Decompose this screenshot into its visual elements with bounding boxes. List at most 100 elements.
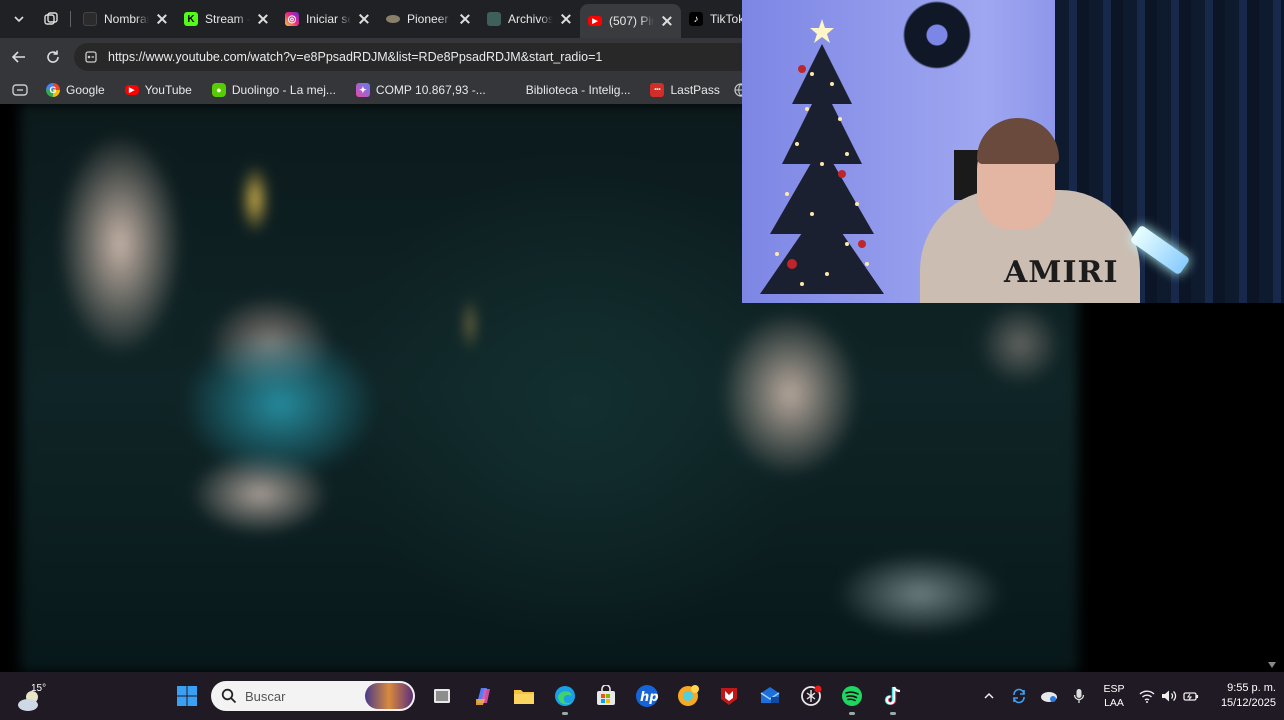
system-tray: ESP LAA 9:55 p. m. 15/12/2025	[974, 672, 1284, 720]
library-icon	[506, 83, 520, 97]
address-bar[interactable]: https://www.youtube.com/watch?v=e8PpsadR…	[74, 43, 774, 71]
mcafee-icon	[720, 688, 737, 705]
start-button[interactable]	[166, 676, 207, 716]
hp-button[interactable]: hp	[626, 676, 667, 716]
tab-title: Archivos	[508, 12, 553, 26]
tab-stream[interactable]: K Stream - K	[176, 4, 277, 34]
back-button[interactable]	[2, 40, 36, 74]
hp-icon: hp	[635, 685, 659, 707]
tab-separator	[70, 11, 71, 27]
bookmark-lastpass[interactable]: ••• LastPass	[640, 83, 729, 97]
tab-title: Pioneer d	[407, 12, 452, 26]
workspaces-icon	[44, 12, 58, 25]
close-icon[interactable]	[358, 13, 370, 25]
scroll-down-arrow[interactable]	[1268, 662, 1276, 668]
battery-icon	[1183, 692, 1199, 701]
shirt-print: AMIRI	[1004, 255, 1119, 290]
tab-list-button[interactable]	[4, 4, 34, 34]
chatgpt-button[interactable]	[790, 676, 831, 716]
close-icon[interactable]	[661, 15, 673, 27]
duolingo-icon: ●	[211, 83, 226, 97]
copilot-button[interactable]	[462, 676, 503, 716]
search-highlight-image	[365, 683, 413, 709]
youtube-icon: ▶	[588, 16, 602, 26]
kick-icon: K	[184, 12, 198, 26]
reload-icon	[47, 50, 59, 63]
chrome-canary-button[interactable]	[667, 676, 708, 716]
chevron-down-icon	[14, 16, 24, 23]
lastpass-icon: •••	[650, 83, 665, 97]
tab-title: (507) Pirlo	[609, 14, 654, 28]
close-icon[interactable]	[156, 13, 168, 25]
bookmark-biblioteca[interactable]: Biblioteca - Intelig...	[496, 83, 641, 97]
back-arrow-icon	[11, 51, 25, 63]
close-icon[interactable]	[560, 13, 572, 25]
tab-archivos[interactable]: Archivos	[479, 4, 580, 34]
keyboard-layout: LAA	[1104, 697, 1124, 709]
search-placeholder: Buscar	[245, 688, 286, 704]
instagram-icon: ◎	[285, 12, 299, 26]
chrome-canary-icon	[677, 685, 699, 706]
bookmark-comp[interactable]: ✦ COMP 10.867,93 -...	[346, 83, 496, 97]
quick-settings-button[interactable]	[1134, 681, 1204, 711]
chevron-up-icon	[984, 692, 994, 699]
edge-button[interactable]	[544, 676, 585, 716]
show-hidden-icons-button[interactable]	[974, 681, 1004, 711]
windows-taskbar: 15° Buscar hp ESP LAA 9:55 p. m. 15/12/2…	[0, 672, 1284, 720]
workspaces-button[interactable]	[36, 4, 66, 34]
taskbar-search[interactable]: Buscar	[211, 681, 415, 711]
tab-actions-icon	[12, 84, 28, 96]
store-button[interactable]	[585, 676, 626, 716]
weather-temperature: 15°	[31, 683, 47, 694]
svg-text:hp: hp	[640, 690, 659, 705]
christmas-tree	[760, 19, 884, 294]
onedrive-tray-button[interactable]	[1034, 681, 1064, 711]
edge-icon	[554, 686, 575, 706]
bookmark-youtube[interactable]: ▶ YouTube	[115, 83, 202, 97]
weather-widget[interactable]: 15°	[14, 678, 54, 714]
language-code: ESP	[1103, 683, 1125, 695]
cloud-icon	[1041, 692, 1057, 702]
bookmark-google[interactable]: G Google	[36, 83, 115, 97]
mcafee-button[interactable]	[708, 676, 749, 716]
tab-youtube-active[interactable]: ▶ (507) Pirlo	[580, 4, 681, 38]
search-icon	[221, 688, 237, 704]
reload-button[interactable]	[36, 40, 70, 74]
bookmark-label: Duolingo - La mej...	[231, 83, 336, 97]
file-explorer-button[interactable]	[503, 676, 544, 716]
tab-actions-button[interactable]	[8, 84, 36, 96]
bookmark-duolingo[interactable]: ● Duolingo - La mej...	[202, 83, 346, 97]
tab-pioneer[interactable]: Pioneer d	[378, 4, 479, 34]
spotify-icon	[841, 686, 862, 706]
outlook-button[interactable]	[749, 676, 790, 716]
tiktok-icon	[884, 686, 900, 705]
tab-instagram[interactable]: ◎ Iniciar ses	[277, 4, 378, 34]
input-language-button[interactable]: ESP LAA	[1094, 682, 1134, 710]
bookmark-label: COMP 10.867,93 -...	[375, 83, 486, 97]
close-icon[interactable]	[257, 13, 269, 25]
task-view-button[interactable]	[421, 676, 462, 716]
generic-page-icon	[83, 12, 97, 26]
url-text[interactable]: https://www.youtube.com/watch?v=e8PpsadR…	[108, 50, 602, 64]
folder-icon	[513, 690, 534, 704]
close-icon[interactable]	[459, 13, 471, 25]
tiktok-button[interactable]	[872, 676, 913, 716]
site-info-icon[interactable]	[84, 50, 98, 64]
streamer-cap	[977, 118, 1059, 164]
tab-nombrar[interactable]: Nombrar	[75, 4, 176, 34]
tab-title: Nombrar	[104, 12, 149, 26]
microphone-tray-button[interactable]	[1064, 681, 1094, 711]
copilot-icon	[475, 688, 490, 705]
volume-icon	[1162, 690, 1177, 702]
spotify-button[interactable]	[831, 676, 872, 716]
webcam-overlay: AMIRI	[742, 0, 1284, 303]
sync-tray-button[interactable]	[1004, 681, 1034, 711]
clock-time: 9:55 p. m.	[1227, 682, 1276, 694]
store-icon	[596, 685, 615, 705]
pioneer-icon	[386, 15, 400, 23]
bookmark-label: YouTube	[144, 83, 192, 97]
files-icon	[487, 12, 501, 26]
clock-button[interactable]: 9:55 p. m. 15/12/2025	[1204, 681, 1284, 711]
bookmark-label: Biblioteca - Intelig...	[525, 83, 631, 97]
clock-date: 15/12/2025	[1220, 697, 1276, 709]
